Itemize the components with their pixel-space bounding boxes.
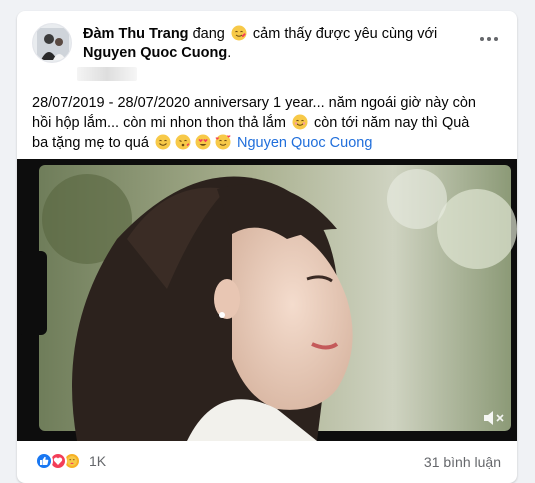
- tagged-period: .: [227, 45, 232, 61]
- reactions-summary[interactable]: 1K: [35, 452, 106, 470]
- feeling-text: cảm thấy được yêu cùng với: [252, 26, 438, 42]
- author-avatar[interactable]: [32, 23, 72, 63]
- mention-link[interactable]: Nguyen Quoc Cuong: [237, 135, 372, 151]
- post-header: Đàm Thu Trang đang cảm thấy được yêu cùn…: [17, 11, 517, 91]
- post-footer: 1K 31 bình luận: [17, 449, 517, 479]
- blush-emoji-icon: [155, 134, 171, 150]
- loved-emoji-icon: [231, 25, 247, 41]
- post-title-line: Đàm Thu Trang đang cảm thấy được yêu cùn…: [83, 25, 463, 63]
- video-frame: [17, 159, 517, 441]
- author-name[interactable]: Đàm Thu Trang: [83, 26, 189, 42]
- comment-count[interactable]: 31 bình luận: [424, 454, 501, 470]
- muted-speaker-icon[interactable]: [481, 407, 507, 429]
- kiss-emoji-icon: [175, 134, 191, 150]
- smile-emoji-icon: [292, 114, 308, 130]
- body-line-3a: ba tặng mẹ to quá: [32, 135, 149, 151]
- body-line-2a: hồi hộp lắm... còn mi nhon thon thả lắm: [32, 115, 286, 131]
- post-body: 28/07/2019 - 28/07/2020 anniversary 1 ye…: [32, 93, 510, 153]
- smiling-hearts-emoji-icon: [215, 134, 231, 150]
- more-options-icon[interactable]: [475, 29, 503, 49]
- post-meta-blurred: [77, 67, 137, 81]
- feeling-prefix: đang: [192, 26, 225, 42]
- body-line-1: 28/07/2019 - 28/07/2020 anniversary 1 ye…: [32, 95, 476, 111]
- post-card: Đàm Thu Trang đang cảm thấy được yêu cùn…: [17, 11, 517, 483]
- heart-eyes-emoji-icon: [195, 134, 211, 150]
- reaction-count: 1K: [89, 453, 107, 469]
- like-reaction-icon: [35, 452, 53, 470]
- body-line-2b: còn tới năm nay thì Quà: [313, 115, 470, 131]
- tagged-person[interactable]: Nguyen Quoc Cuong: [83, 45, 227, 61]
- video-player[interactable]: [17, 159, 517, 441]
